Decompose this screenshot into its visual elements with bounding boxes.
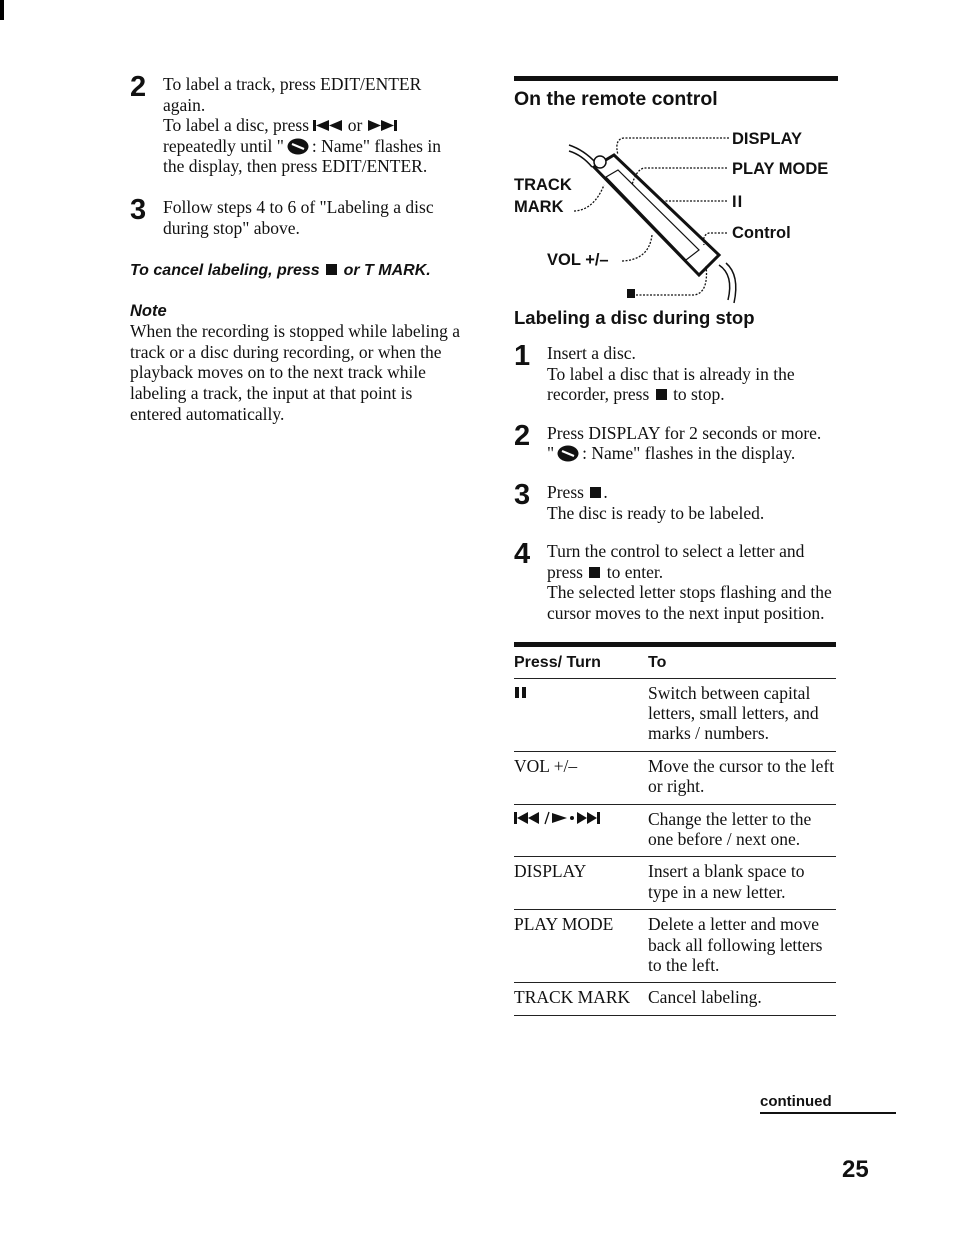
- stop-icon: [590, 486, 602, 498]
- label-display: DISPLAY: [732, 130, 802, 148]
- step-number: 2: [130, 71, 147, 103]
- labeling-disc-heading: Labeling a disc during stop: [514, 307, 755, 328]
- cancel-labeling-heading: To cancel labeling, press or T MARK.: [130, 262, 431, 280]
- step-number: 3: [514, 478, 531, 511]
- label-mark: MARK: [514, 198, 564, 216]
- step-number: 4: [514, 538, 531, 571]
- note-title: Note: [130, 302, 167, 321]
- key-cell: [514, 678, 648, 751]
- step-number: 3: [130, 193, 147, 226]
- right-column: On the remote control DISPLAY PLAY MODE …: [514, 76, 838, 1016]
- previous-track-icon: [313, 120, 343, 132]
- label-control: Control: [732, 224, 791, 242]
- note-body: When the recording is stopped while labe…: [130, 321, 460, 424]
- label-track: TRACK: [514, 176, 572, 194]
- key-cell: DISPLAY: [514, 861, 587, 882]
- step-text: or: [347, 115, 363, 136]
- step-2-label-track: 2 To label a track, press EDIT/ENTER aga…: [130, 71, 460, 177]
- table-row: DISPLAY Insert a blank space to type in …: [514, 856, 836, 910]
- stop-icon: [589, 566, 601, 578]
- step-number: 1: [514, 340, 531, 372]
- action-cell: Move the cursor to the left or right.: [648, 755, 835, 797]
- step-text: To label a track, press EDIT/ENTER again…: [163, 74, 422, 115]
- label-vol: VOL +/–: [547, 251, 609, 269]
- table-row: TRACK MARK Cancel labeling.: [514, 982, 836, 1016]
- step-3-press-stop: 3 Press . The disc is ready to be labele…: [514, 478, 765, 523]
- continued-label: continued: [760, 1093, 896, 1114]
- scan-edge-mark: [0, 0, 4, 20]
- stop-icon: [326, 264, 338, 276]
- left-column: 2 To label a track, press EDIT/ENTER aga…: [130, 71, 460, 424]
- action-cell: Delete a letter and move back all follow…: [648, 914, 823, 975]
- stop-icon: [627, 289, 635, 298]
- step-text: To label a disc, press: [163, 115, 310, 136]
- table-row: PLAY MODE Delete a letter and move back …: [514, 909, 836, 983]
- table-row: Switch between capital letters, small le…: [514, 678, 836, 751]
- label-play-mode: PLAY MODE: [732, 160, 829, 178]
- table-row: VOL +/– Move the cursor to the left or r…: [514, 751, 836, 804]
- action-cell: Insert a blank space to type in a new le…: [648, 861, 805, 902]
- step-4-turn-control: 4 Turn the control to select a letter an…: [514, 538, 832, 623]
- step-3-follow-steps: 3 Follow steps 4 to 6 of "Labeling a dis…: [130, 193, 460, 238]
- action-cell: Switch between capital letters, small le…: [648, 682, 819, 744]
- key-cell: [514, 804, 648, 857]
- pause-icon: [515, 686, 526, 698]
- next-track-icon: [367, 120, 397, 132]
- step-2-press-display: 2 Press DISPLAY for 2 seconds or more. "…: [514, 419, 822, 464]
- stop-icon: [655, 389, 667, 401]
- remote-control-diagram: DISPLAY PLAY MODE II Control TRACK MARK …: [514, 115, 838, 305]
- column-header-press-turn: Press/ Turn: [514, 653, 601, 671]
- disc-icon: [557, 445, 579, 462]
- action-cell: Change the letter to the one before / ne…: [648, 808, 812, 849]
- remote-control-heading: On the remote control: [514, 88, 718, 110]
- key-cell: PLAY MODE: [514, 914, 614, 935]
- disc-icon: [287, 138, 309, 155]
- table-header-row: Press/ Turn To: [514, 644, 836, 678]
- column-header-to: To: [648, 653, 667, 671]
- table-row: Change the letter to the one before / ne…: [514, 804, 836, 857]
- step-text: Follow steps 4 to 6 of "Labeling a disc …: [163, 196, 434, 238]
- key-function-table: Press/ Turn To Switch between capital le…: [514, 642, 836, 1016]
- page-number: 25: [842, 1156, 869, 1183]
- section-rule: [514, 76, 838, 81]
- label-pause: II: [732, 193, 744, 211]
- action-cell: Cancel labeling.: [648, 987, 762, 1008]
- prev-play-next-icon: [514, 811, 600, 824]
- step-text: repeatedly until ": [163, 135, 284, 156]
- step-number: 2: [514, 419, 531, 452]
- key-cell: VOL +/–: [514, 755, 578, 776]
- key-cell: TRACK MARK: [514, 987, 631, 1008]
- step-1-insert-disc: 1 Insert a disc. To label a disc that is…: [514, 340, 795, 405]
